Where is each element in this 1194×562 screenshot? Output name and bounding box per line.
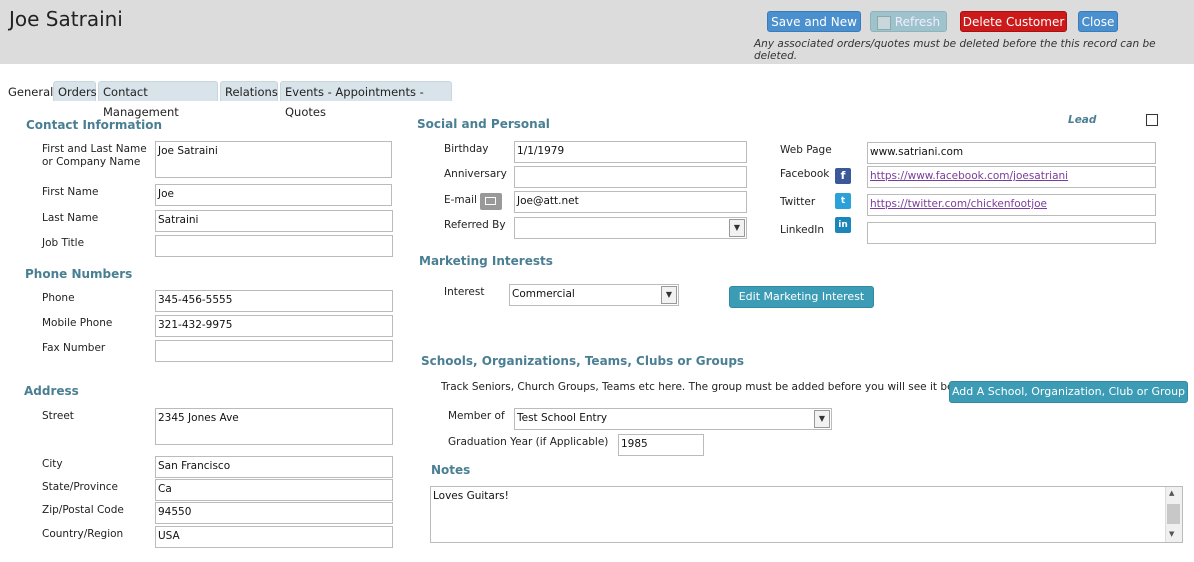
save-and-new-button[interactable]: Save and New <box>767 11 861 32</box>
tab-orders[interactable]: Orders <box>53 81 97 101</box>
mobile-phone-field[interactable]: 321-432-9975 <box>155 315 393 337</box>
state-field[interactable]: Ca <box>155 479 393 501</box>
job-title-label: Job Title <box>42 237 85 249</box>
notes-text: Loves Guitars! <box>433 490 509 502</box>
scroll-up-icon[interactable]: ▲ <box>1169 489 1174 497</box>
tab-relations[interactable]: Relations <box>220 81 278 101</box>
edit-marketing-interest-button[interactable]: Edit Marketing Interest List <box>729 286 874 323</box>
facebook-link[interactable]: https://www.facebook.com/joesatriani <box>870 170 1068 182</box>
email-label: E-mail <box>444 194 477 206</box>
twitter-label: Twitter <box>780 196 816 208</box>
address-heading: Address <box>24 384 79 398</box>
graduation-year-field[interactable]: 1985 <box>618 434 704 456</box>
marketing-heading: Marketing Interests <box>419 254 553 268</box>
street-field[interactable]: 2345 Jones Ave <box>155 408 393 445</box>
member-of-value: Test School Entry <box>517 412 608 424</box>
linkedin-icon[interactable]: in <box>835 217 851 233</box>
first-name-label: First Name <box>42 186 99 198</box>
member-of-select[interactable]: Test School Entry ▼ <box>514 408 832 430</box>
page-title: Joe Satraini <box>9 7 123 31</box>
schools-help-text: Track Seniors, Church Groups, Teams etc … <box>441 381 974 393</box>
anniversary-label: Anniversary <box>444 168 507 180</box>
linkedin-label: LinkedIn <box>780 224 825 236</box>
facebook-field[interactable]: https://www.facebook.com/joesatriani <box>867 166 1156 188</box>
city-field[interactable]: San Francisco <box>155 456 393 478</box>
email-field[interactable]: Joe@att.net <box>514 191 747 213</box>
twitter-link[interactable]: https://twitter.com/chickenfootjoe <box>870 198 1047 210</box>
add-school-button[interactable]: Add A School, Organization, Club or Grou… <box>949 381 1188 403</box>
refresh-button-label: Refresh <box>894 15 941 29</box>
delete-notice: Any associated orders/quotes must be del… <box>754 38 1156 62</box>
country-field[interactable]: USA <box>155 526 393 548</box>
delete-customer-button[interactable]: Delete Customer <box>960 11 1067 32</box>
twitter-icon[interactable]: t <box>835 193 851 209</box>
interest-label: Interest <box>444 286 485 298</box>
street-label: Street <box>42 410 74 422</box>
full-name-field[interactable]: Joe Satraini <box>155 141 392 178</box>
notes-textarea[interactable]: Loves Guitars! ▲ ▼ <box>430 486 1183 543</box>
last-name-label: Last Name <box>42 212 99 224</box>
last-name-field[interactable]: Satraini <box>155 210 393 232</box>
tab-general[interactable]: General <box>3 81 53 101</box>
notes-heading: Notes <box>431 463 471 477</box>
referred-by-select[interactable]: ▼ <box>514 217 747 239</box>
birthday-field[interactable]: 1/1/1979 <box>514 141 747 163</box>
notes-scrollbar[interactable]: ▲ ▼ <box>1165 487 1182 542</box>
scroll-down-icon[interactable]: ▼ <box>1169 530 1174 538</box>
facebook-label: Facebook <box>780 168 830 180</box>
graduation-year-label: Graduation Year (if Applicable) <box>448 436 609 448</box>
header-bar: Joe Satraini Save and New Refresh Delete… <box>0 0 1194 64</box>
phone-heading: Phone Numbers <box>25 267 133 281</box>
anniversary-field[interactable] <box>514 166 747 188</box>
fax-label: Fax Number <box>42 342 106 354</box>
web-page-field[interactable]: www.satriani.com <box>867 142 1156 164</box>
tab-contact-management[interactable]: Contact Management <box>98 81 218 119</box>
country-label: Country/Region <box>42 528 124 540</box>
mobile-phone-label: Mobile Phone <box>42 317 113 329</box>
phone-label: Phone <box>42 292 75 304</box>
close-button[interactable]: Close <box>1078 11 1118 32</box>
member-of-label: Member of <box>448 410 505 422</box>
lead-label: Lead <box>1068 114 1097 126</box>
birthday-label: Birthday <box>444 143 489 155</box>
state-label: State/Province <box>42 481 119 493</box>
city-label: City <box>42 458 63 470</box>
fax-field[interactable] <box>155 340 393 362</box>
web-page-label: Web Page <box>780 144 832 156</box>
scrollbar-thumb[interactable] <box>1167 504 1180 524</box>
chevron-down-icon[interactable]: ▼ <box>729 219 745 237</box>
linkedin-field[interactable] <box>867 222 1156 244</box>
chevron-down-icon[interactable]: ▼ <box>814 410 830 428</box>
job-title-field[interactable] <box>155 235 393 257</box>
interest-select[interactable]: Commercial ▼ <box>509 284 679 306</box>
schools-heading: Schools, Organizations, Teams, Clubs or … <box>421 354 745 368</box>
referred-by-label: Referred By <box>444 219 506 231</box>
lead-checkbox[interactable] <box>1146 114 1158 126</box>
facebook-icon[interactable]: f <box>835 168 851 184</box>
social-heading: Social and Personal <box>417 117 550 131</box>
zip-label: Zip/Postal Code <box>42 504 124 516</box>
twitter-field[interactable]: https://twitter.com/chickenfootjoe <box>867 194 1156 216</box>
tab-events[interactable]: Events - Appointments - Quotes <box>280 81 452 119</box>
full-name-label: First and Last Name or Company Name <box>42 143 147 168</box>
zip-field[interactable]: 94550 <box>155 502 393 524</box>
envelope-icon[interactable] <box>480 193 502 210</box>
interest-value: Commercial <box>512 288 575 300</box>
refresh-button[interactable]: Refresh <box>870 11 947 32</box>
refresh-icon <box>876 15 891 30</box>
contact-heading: Contact Information <box>26 118 163 132</box>
first-name-field[interactable]: Joe <box>155 184 392 206</box>
phone-field[interactable]: 345-456-5555 <box>155 290 393 312</box>
chevron-down-icon[interactable]: ▼ <box>661 286 677 304</box>
